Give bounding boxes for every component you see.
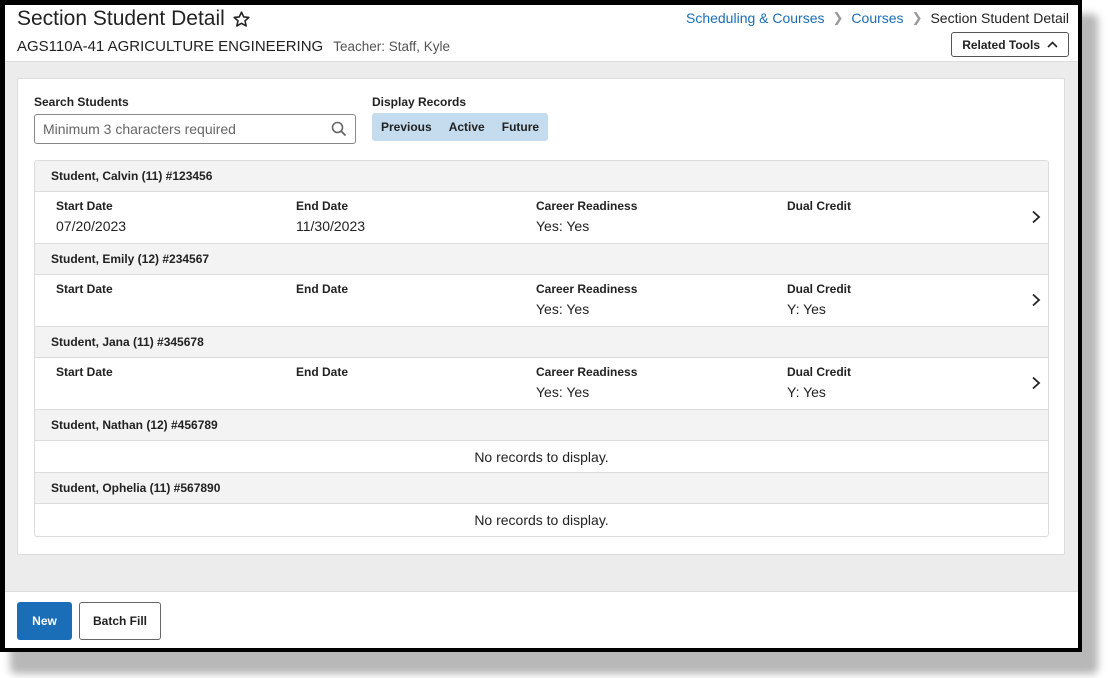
new-button[interactable]: New (17, 602, 72, 640)
dual-credit-value (787, 218, 851, 235)
end-date-value (296, 384, 348, 401)
start-date-field: Start Date 07/20/2023 (56, 199, 126, 235)
dual-credit-label: Dual Credit (787, 282, 852, 296)
star-icon[interactable] (232, 10, 251, 29)
dual-credit-field: Dual Credit Y: Yes (787, 365, 851, 401)
page-title: Section Student Detail (17, 7, 251, 31)
related-tools-label: Related Tools (962, 37, 1040, 52)
toggle-active[interactable]: Active (449, 120, 485, 134)
empty-records-message: No records to display. (474, 512, 609, 528)
search-label: Search Students (34, 95, 129, 109)
start-date-value (56, 384, 113, 401)
content-panel: Search Students Display Records Previous… (17, 78, 1065, 555)
career-readiness-value: Yes: Yes (536, 384, 590, 400)
chevron-up-icon (1047, 41, 1058, 48)
start-date-value (56, 301, 113, 318)
breadcrumb-current: Section Student Detail (930, 10, 1069, 26)
breadcrumb-courses[interactable]: Courses (851, 10, 903, 26)
chevron-right-icon: ❯ (832, 10, 844, 25)
start-date-field: Start Date (56, 282, 113, 318)
end-date-label: End Date (296, 365, 349, 379)
toggle-previous[interactable]: Previous (381, 120, 432, 134)
start-date-label: Start Date (56, 199, 113, 213)
end-date-field: End Date (296, 282, 348, 318)
start-date-label: Start Date (56, 282, 113, 296)
student-record-row[interactable]: Start Date End Date Career Readiness Yes… (35, 358, 1048, 410)
dual-credit-value: Y: Yes (787, 301, 826, 317)
dual-credit-field: Dual Credit Y: Yes (787, 282, 851, 318)
student-header: Student, Calvin (11) #123456 (35, 161, 1048, 192)
search-box[interactable] (34, 114, 356, 144)
student-record-row[interactable]: Start Date 07/20/2023 End Date 11/30/202… (35, 192, 1048, 244)
end-date-label: End Date (296, 199, 349, 213)
student-header: Student, Emily (12) #234567 (35, 244, 1048, 275)
dual-credit-value: Y: Yes (787, 384, 826, 400)
student-header: Student, Jana (11) #345678 (35, 327, 1048, 358)
student-list: Student, Calvin (11) #123456 Start Date … (34, 160, 1049, 537)
dual-credit-label: Dual Credit (787, 199, 852, 213)
batch-fill-button[interactable]: Batch Fill (79, 602, 161, 640)
chevron-right-icon[interactable] (1030, 376, 1042, 390)
action-bar: New Batch Fill (5, 591, 1078, 648)
end-date-label: End Date (296, 282, 349, 296)
breadcrumb: Scheduling & Courses ❯ Courses ❯ Section… (686, 10, 1069, 26)
career-readiness-field: Career Readiness Yes: Yes (536, 365, 637, 401)
student-header: Student, Ophelia (11) #567890 (35, 473, 1048, 504)
end-date-value: 11/30/2023 (296, 218, 366, 234)
display-records-label: Display Records (372, 95, 467, 109)
career-readiness-value: Yes: Yes (536, 218, 590, 234)
career-readiness-label: Career Readiness (536, 365, 638, 379)
empty-records-message: No records to display. (35, 441, 1048, 473)
student-record-row[interactable]: Start Date End Date Career Readiness Yes… (35, 275, 1048, 327)
teacher-name: Teacher: Staff, Kyle (333, 39, 451, 54)
toggle-future[interactable]: Future (502, 120, 539, 134)
dual-credit-field: Dual Credit (787, 199, 851, 235)
student-header: Student, Nathan (12) #456789 (35, 410, 1048, 441)
search-icon[interactable] (331, 121, 347, 137)
career-readiness-label: Career Readiness (536, 199, 638, 213)
app-window: Section Student Detail AGS110A-41 AGRICU… (5, 5, 1078, 648)
end-date-field: End Date 11/30/2023 (296, 199, 365, 235)
section-name: AGS110A-41 AGRICULTURE ENGINEERING (17, 38, 324, 55)
related-tools-button[interactable]: Related Tools (951, 32, 1069, 57)
dual-credit-label: Dual Credit (787, 365, 852, 379)
section-subtitle: AGS110A-41 AGRICULTURE ENGINEERING Teache… (17, 38, 450, 55)
career-readiness-field: Career Readiness Yes: Yes (536, 199, 637, 235)
start-date-value: 07/20/2023 (56, 218, 127, 234)
chevron-right-icon: ❯ (911, 10, 923, 25)
breadcrumb-scheduling-courses[interactable]: Scheduling & Courses (686, 10, 825, 26)
start-date-label: Start Date (56, 365, 113, 379)
chevron-right-icon[interactable] (1030, 210, 1042, 224)
end-date-field: End Date (296, 365, 348, 401)
start-date-field: Start Date (56, 365, 113, 401)
display-records-toggle: Previous Active Future (372, 113, 549, 141)
search-input[interactable] (35, 121, 320, 137)
page-header: Section Student Detail AGS110A-41 AGRICU… (5, 5, 1078, 62)
page-title-text: Section Student Detail (17, 7, 225, 30)
career-readiness-value: Yes: Yes (536, 301, 590, 317)
end-date-value (296, 301, 348, 318)
chevron-right-icon[interactable] (1030, 293, 1042, 307)
career-readiness-label: Career Readiness (536, 282, 638, 296)
career-readiness-field: Career Readiness Yes: Yes (536, 282, 637, 318)
